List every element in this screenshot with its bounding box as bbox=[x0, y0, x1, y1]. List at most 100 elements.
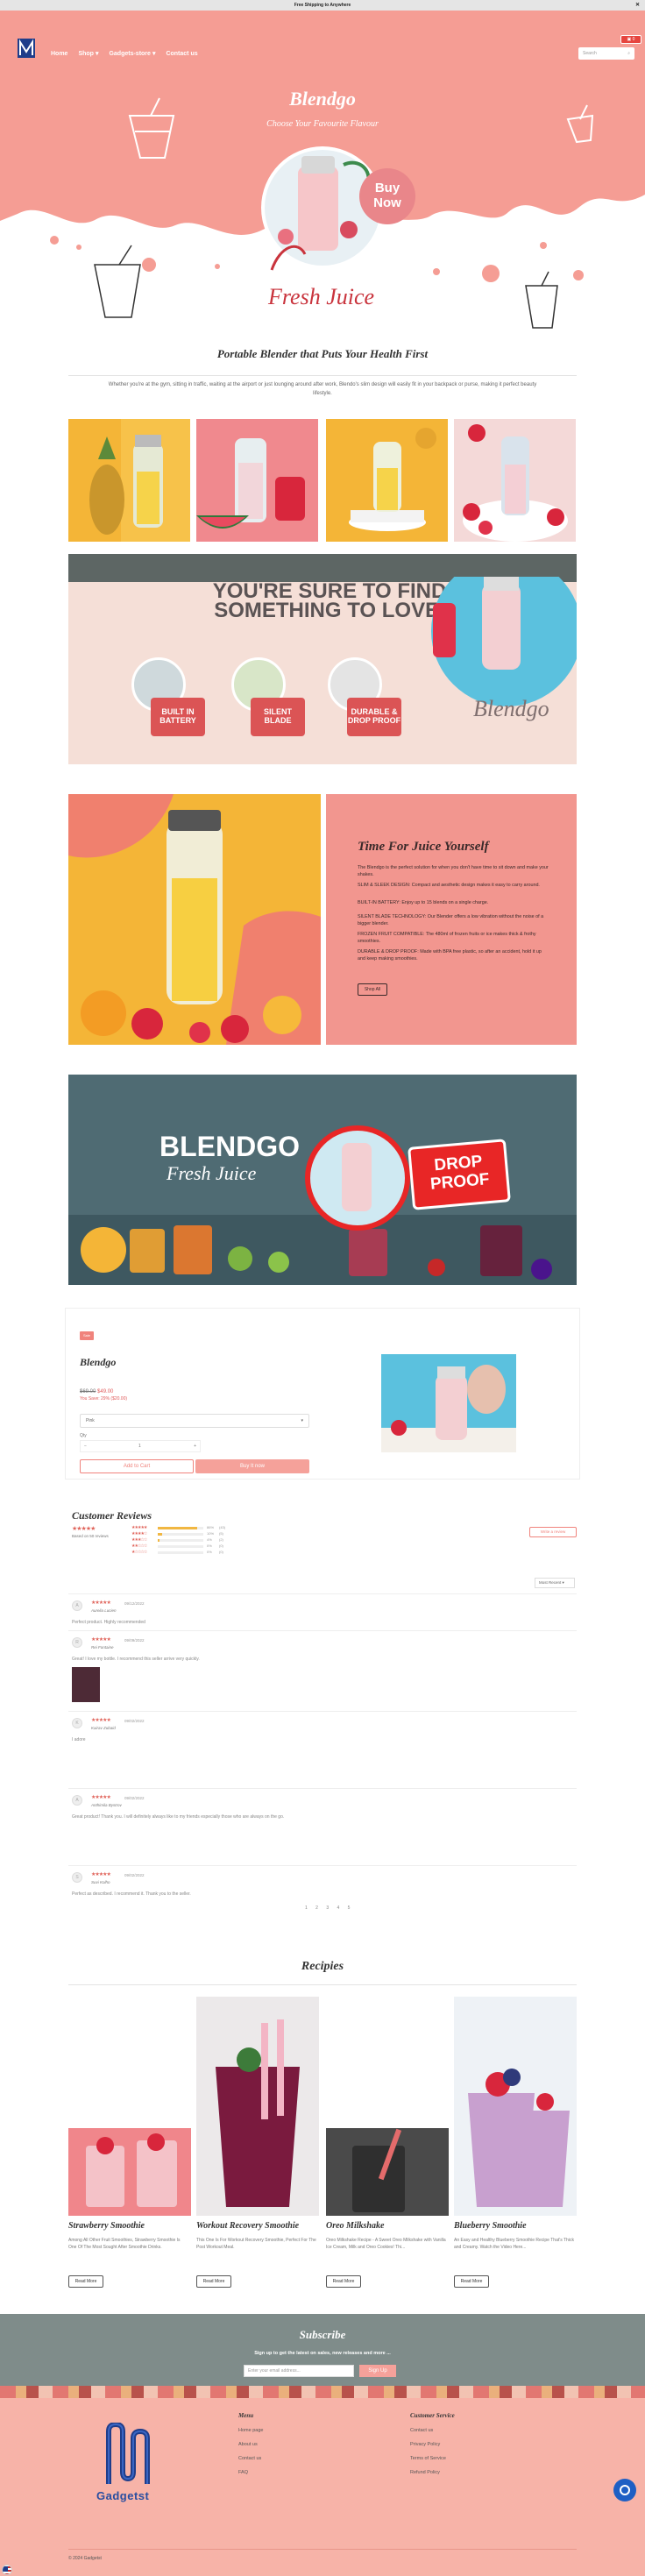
recipe-image[interactable] bbox=[454, 1997, 577, 2216]
recipe-card[interactable]: Oreo Milkshake Oreo Milkshake Recipe - A… bbox=[326, 1997, 449, 2288]
gallery-image-watermelon bbox=[196, 419, 318, 542]
chevron-down-icon: ▾ bbox=[152, 51, 156, 57]
juice-title: Time For Juice Yourself bbox=[358, 840, 489, 854]
recipe-description: This One Is For Workout Recovery Smoothi… bbox=[196, 2238, 316, 2250]
nav-link-contact[interactable]: Contact us bbox=[166, 50, 197, 57]
nav-links: Home Shop ▾ Gadgets-store ▾ Contact us bbox=[51, 50, 198, 58]
cart-icon: ▣ bbox=[627, 37, 632, 42]
write-review-button[interactable]: Write a review bbox=[529, 1527, 577, 1537]
rating-row: ★☆☆☆☆ 0% (0) bbox=[131, 1550, 228, 1555]
review-date: 09/02/2022 bbox=[124, 1873, 145, 1877]
savings-text: You Save: 29% ($20.00) bbox=[80, 1396, 128, 1402]
recipe-description: Among All Other Fruit Smoothies, Strawbe… bbox=[68, 2238, 181, 2250]
read-more-button[interactable]: Read More bbox=[68, 2275, 103, 2288]
minus-icon[interactable]: − bbox=[84, 1441, 87, 1451]
rating-row-stars: ★★★★☆ bbox=[131, 1531, 147, 1536]
nav-link-shop[interactable]: Shop ▾ bbox=[78, 50, 98, 58]
review-text: Perfect product. Highly recommended bbox=[72, 1620, 145, 1625]
recipe-card[interactable]: Blueberry Smoothie An Easy and Healthy B… bbox=[454, 1997, 577, 2288]
review-date: 09/09/2022 bbox=[124, 1638, 145, 1643]
features-banner: YOU'RE SURE TO FIND SOMETHING TO LOVE. B… bbox=[68, 554, 577, 764]
read-more-button[interactable]: Read More bbox=[326, 2275, 361, 2288]
recipe-name: Strawberry Smoothie bbox=[68, 2221, 145, 2231]
sign-up-button[interactable]: Sign Up bbox=[359, 2365, 396, 2377]
review-summary: Based on 50 reviews bbox=[72, 1534, 109, 1538]
rating-row-percent: 4% bbox=[207, 1537, 212, 1542]
reviewer-name: Suvi Kolho bbox=[91, 1880, 110, 1884]
cart-button[interactable]: ▣ 0 bbox=[620, 35, 641, 44]
recipe-card[interactable]: Strawberry Smoothie Among All Other Frui… bbox=[68, 1997, 191, 2288]
footer-link[interactable]: Privacy Policy bbox=[410, 2442, 440, 2447]
recipe-image[interactable] bbox=[68, 1997, 191, 2216]
chat-icon[interactable] bbox=[613, 2479, 636, 2501]
rating-row-track bbox=[158, 1551, 203, 1554]
read-more-button[interactable]: Read More bbox=[196, 2275, 231, 2288]
drop-proof-badge: DROP PROOF bbox=[408, 1139, 511, 1210]
footer-link[interactable]: Refund Policy bbox=[410, 2470, 440, 2475]
review-stars: ★★★★★ bbox=[91, 1872, 111, 1877]
nav-link-gadgets-store[interactable]: Gadgets-store ▾ bbox=[109, 50, 156, 58]
close-icon[interactable]: ✕ bbox=[634, 0, 641, 11]
buy-now-badge[interactable]: Buy Now bbox=[359, 168, 415, 224]
nav-link-home[interactable]: Home bbox=[51, 50, 67, 57]
juice-paragraph: SLIM & SLEEK DESIGN: Compact and aesthet… bbox=[358, 883, 540, 888]
quantity-stepper[interactable]: − 1 + bbox=[80, 1440, 201, 1452]
search-placeholder: Search bbox=[583, 51, 597, 56]
compare-price: $69.00 bbox=[80, 1389, 96, 1394]
rating-row-percent: 0% bbox=[207, 1543, 212, 1548]
recipe-description: Oreo Milkshake Recipe - A Sweet Oreo Mil… bbox=[326, 2238, 446, 2250]
sort-select[interactable]: Most Recent ▾ bbox=[535, 1578, 575, 1588]
search-icon[interactable]: ⌕ bbox=[627, 48, 630, 59]
add-to-cart-button[interactable]: Add to Cart bbox=[80, 1459, 194, 1473]
footer-link[interactable]: Contact us bbox=[238, 2456, 261, 2461]
gallery-image-strawberry bbox=[454, 419, 576, 542]
footer-link[interactable]: Contact us bbox=[410, 2428, 433, 2433]
recipe-image[interactable] bbox=[196, 1997, 319, 2216]
variant-select[interactable]: Pink ▾ bbox=[80, 1414, 309, 1428]
footer-link[interactable]: Terms of Service bbox=[410, 2456, 446, 2461]
chevron-down-icon: ▾ bbox=[562, 1580, 564, 1585]
review-pagination[interactable]: 1 2 3 4 5 bbox=[305, 1905, 353, 1911]
quantity-label: Qty bbox=[80, 1433, 87, 1438]
footer: Gadgetst Menu Home page About us Contact… bbox=[0, 2398, 645, 2576]
rating-row: ★★☆☆☆ 0% (0) bbox=[131, 1543, 228, 1549]
reviewer-name: Kairav Zubaid bbox=[91, 1726, 116, 1730]
divider bbox=[68, 1788, 577, 1789]
read-more-button[interactable]: Read More bbox=[454, 2275, 489, 2288]
buy-it-now-button[interactable]: Buy It now bbox=[195, 1459, 309, 1473]
fruit-strip bbox=[0, 2386, 645, 2398]
product-image[interactable] bbox=[381, 1354, 516, 1452]
footer-logo-icon[interactable] bbox=[102, 2423, 154, 2487]
rating-row-track bbox=[158, 1539, 203, 1542]
review-photo[interactable] bbox=[72, 1667, 100, 1702]
divider bbox=[68, 1593, 577, 1594]
juice-info-card: Time For Juice Yourself The Blendgo is t… bbox=[326, 794, 577, 1045]
shop-all-button[interactable]: Shop All bbox=[358, 983, 387, 996]
gallery-image-pineapple bbox=[68, 419, 190, 542]
hero-section: Home Shop ▾ Gadgets-store ▾ Contact us Sea… bbox=[0, 11, 645, 344]
juice-paragraph: FROZEN FRUIT COMPATIBLE: The 480ml of fr… bbox=[358, 932, 536, 944]
footer-link[interactable]: FAQ bbox=[238, 2470, 248, 2475]
nav-link-shop-label: Shop bbox=[78, 50, 94, 57]
rating-row-count: (5) bbox=[219, 1531, 223, 1536]
footer-link[interactable]: Home page bbox=[238, 2428, 263, 2433]
drop-proof-banner: BLENDGO Fresh Juice DROP PROOF bbox=[68, 1075, 577, 1285]
sale-badge: Sale bbox=[80, 1331, 94, 1340]
recipe-card[interactable]: Workout Recovery Smoothie This One Is Fo… bbox=[196, 1997, 319, 2288]
subscribe-title: Subscribe bbox=[299, 2328, 346, 2341]
footer-link[interactable]: About us bbox=[238, 2442, 258, 2447]
flag-icon[interactable] bbox=[2, 2565, 12, 2575]
page: Free Shipping to Anywhere ✕ Home Shop ▾ … bbox=[0, 0, 645, 2576]
search-input[interactable]: Search ⌕ bbox=[578, 47, 634, 60]
product-title: Blendgo bbox=[80, 1356, 117, 1368]
recipe-image[interactable] bbox=[326, 1997, 449, 2216]
review-text: I adore bbox=[72, 1737, 86, 1742]
plus-icon[interactable]: + bbox=[194, 1441, 196, 1451]
rating-stars: ★★★★★ bbox=[72, 1526, 96, 1532]
copyright: © 2024 Gadgetst bbox=[68, 2556, 102, 2561]
review-stars: ★★★★★ bbox=[91, 1795, 111, 1800]
logo-icon[interactable] bbox=[18, 39, 35, 58]
rating-row-percent: 0% bbox=[207, 1550, 212, 1554]
email-field[interactable]: Enter your email address... bbox=[244, 2365, 354, 2377]
product-price: $69.00 $49.00 bbox=[80, 1389, 113, 1394]
